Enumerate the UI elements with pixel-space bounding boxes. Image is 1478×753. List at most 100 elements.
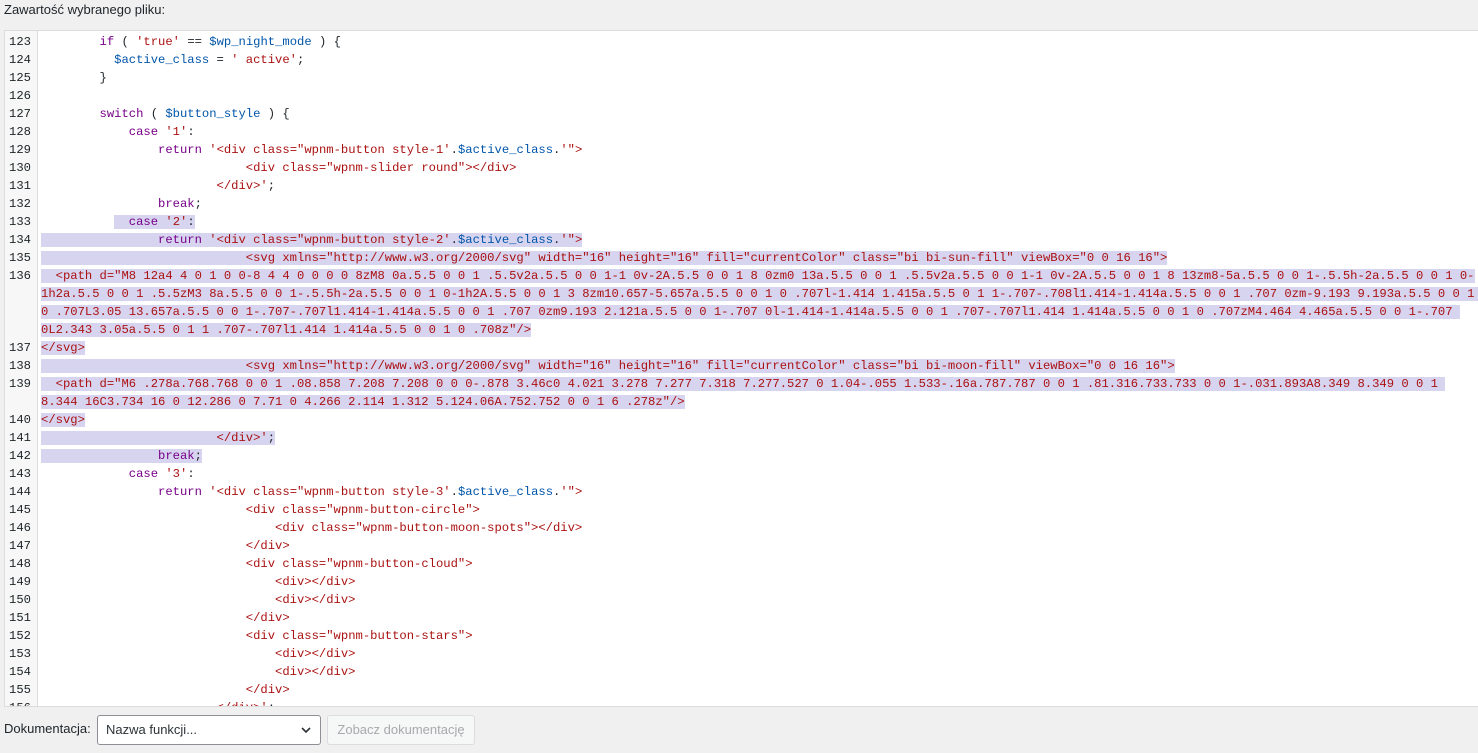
line-number: 125 bbox=[9, 71, 31, 85]
line-number: 144 bbox=[9, 485, 31, 499]
code-token: <div class="wpnm-button-moon-spots"></di… bbox=[41, 521, 583, 535]
code-token: $active_class bbox=[114, 53, 210, 67]
code-token: <div class="wpnm-button-circle"> bbox=[41, 503, 480, 517]
code-token: . bbox=[450, 485, 458, 499]
line-number: 131 bbox=[9, 179, 31, 193]
line-code: case '3': bbox=[41, 465, 1478, 483]
line-number: 139 bbox=[9, 377, 31, 391]
code-token: </svg> bbox=[41, 341, 85, 355]
chevron-down-icon bbox=[301, 727, 311, 734]
line-code: </div> bbox=[41, 681, 1478, 699]
code-token: '1' bbox=[165, 125, 188, 139]
code-line: 128 case '1': bbox=[5, 123, 1478, 141]
code-line: 150 <div></div> bbox=[5, 591, 1478, 609]
code-token: return bbox=[158, 233, 202, 247]
line-number: 138 bbox=[9, 359, 31, 373]
line-code: case '1': bbox=[41, 123, 1478, 141]
code-token: : bbox=[187, 215, 195, 229]
code-line: 134 return '<div class="wpnm-button styl… bbox=[5, 231, 1478, 249]
code-token: ; bbox=[268, 701, 275, 706]
line-number: 151 bbox=[9, 611, 31, 625]
function-name-select[interactable]: Nazwa funkcji... bbox=[97, 715, 321, 745]
code-line: 155 </div> bbox=[5, 681, 1478, 699]
code-token: <div></div> bbox=[41, 575, 356, 589]
line-code: <div></div> bbox=[41, 573, 1478, 591]
code-token: $wp_night_mode bbox=[209, 35, 312, 49]
code-lines: 123 if ( 'true' == $wp_night_mode ) {124… bbox=[5, 33, 1478, 706]
line-number: 142 bbox=[9, 449, 31, 463]
code-token: '<div class="wpnm-button style-3' bbox=[209, 485, 451, 499]
code-line: 141 </div>'; bbox=[5, 429, 1478, 447]
line-number: 135 bbox=[9, 251, 31, 265]
code-token: </div>' bbox=[41, 431, 268, 445]
code-token: ) { bbox=[260, 107, 290, 121]
line-code: </div>'; bbox=[41, 177, 1478, 195]
line-code: <svg xmlns="http://www.w3.org/2000/svg" … bbox=[41, 249, 1478, 267]
code-line: 123 if ( 'true' == $wp_night_mode ) { bbox=[5, 33, 1478, 51]
code-line: 135 <svg xmlns="http://www.w3.org/2000/s… bbox=[5, 249, 1478, 267]
line-number: 152 bbox=[9, 629, 31, 643]
code-token: '3' bbox=[165, 467, 188, 481]
code-token: ; bbox=[194, 449, 202, 463]
code-token: '"> bbox=[560, 233, 583, 247]
line-number: 133 bbox=[9, 215, 31, 229]
code-token: <div class="wpnm-slider round"></div> bbox=[41, 161, 517, 175]
code-token: == bbox=[180, 35, 210, 49]
code-token: break bbox=[158, 449, 195, 463]
function-name-select-value: Nazwa funkcji... bbox=[106, 722, 198, 737]
code-token: ; bbox=[267, 431, 276, 445]
code-line: 126 bbox=[5, 87, 1478, 105]
line-number: 126 bbox=[9, 89, 31, 103]
code-token: : bbox=[187, 125, 195, 139]
line-code: <div class="wpnm-slider round"></div> bbox=[41, 159, 1478, 177]
code-line: 152 <div class="wpnm-button-stars"> bbox=[5, 627, 1478, 645]
code-editor[interactable]: 123 if ( 'true' == $wp_night_mode ) {124… bbox=[4, 30, 1478, 707]
line-number: 149 bbox=[9, 575, 31, 589]
line-number: 123 bbox=[9, 35, 31, 49]
line-number: 146 bbox=[9, 521, 31, 535]
line-number: 155 bbox=[9, 683, 31, 697]
code-token: ) { bbox=[311, 35, 341, 49]
line-number: 147 bbox=[9, 539, 31, 553]
code-line: 140 </svg> bbox=[5, 411, 1478, 429]
documentation-bar: Dokumentacja: Nazwa funkcji... Zobacz do… bbox=[0, 710, 1478, 753]
code-line: 131 </div>'; bbox=[5, 177, 1478, 195]
code-token: = bbox=[209, 53, 232, 67]
line-code: <svg xmlns="http://www.w3.org/2000/svg" … bbox=[41, 357, 1478, 375]
line-number: 127 bbox=[9, 107, 31, 121]
code-token: ; bbox=[267, 179, 276, 193]
line-number: 143 bbox=[9, 467, 31, 481]
code-line: 147 </div> bbox=[5, 537, 1478, 555]
line-code: </div> bbox=[41, 537, 1478, 555]
code-line: 153 <div></div> bbox=[5, 645, 1478, 663]
code-token: case bbox=[128, 215, 159, 229]
line-number: 141 bbox=[9, 431, 31, 445]
line-number: 130 bbox=[9, 161, 31, 175]
line-code: <path d="M8 12a4 4 0 1 0 0-8 4 4 0 0 0 0… bbox=[41, 267, 1478, 339]
code-line: 146 <div class="wpnm-button-moon-spots">… bbox=[5, 519, 1478, 537]
code-line: 136 <path d="M8 12a4 4 0 1 0 0-8 4 4 0 0… bbox=[5, 267, 1478, 339]
line-code: if ( 'true' == $wp_night_mode ) { bbox=[41, 33, 1478, 51]
code-token: ; bbox=[297, 53, 305, 67]
code-line: 129 return '<div class="wpnm-button styl… bbox=[5, 141, 1478, 159]
code-token: <div></div> bbox=[41, 665, 356, 679]
line-code: </div>'; bbox=[41, 429, 1478, 447]
code-line: 142 break; bbox=[5, 447, 1478, 465]
line-number: 132 bbox=[9, 197, 31, 211]
code-token: <svg xmlns="http://www.w3.org/2000/svg" … bbox=[41, 251, 1168, 265]
code-line: 132 break; bbox=[5, 195, 1478, 213]
code-token: '2' bbox=[165, 215, 188, 229]
view-documentation-button[interactable]: Zobacz dokumentację bbox=[327, 715, 475, 745]
line-code: return '<div class="wpnm-button style-2'… bbox=[41, 231, 1478, 249]
line-number: 145 bbox=[9, 503, 31, 517]
code-token: return bbox=[158, 143, 202, 157]
line-number: 154 bbox=[9, 665, 31, 679]
code-line: 149 <div></div> bbox=[5, 573, 1478, 591]
code-token: return bbox=[158, 485, 202, 499]
